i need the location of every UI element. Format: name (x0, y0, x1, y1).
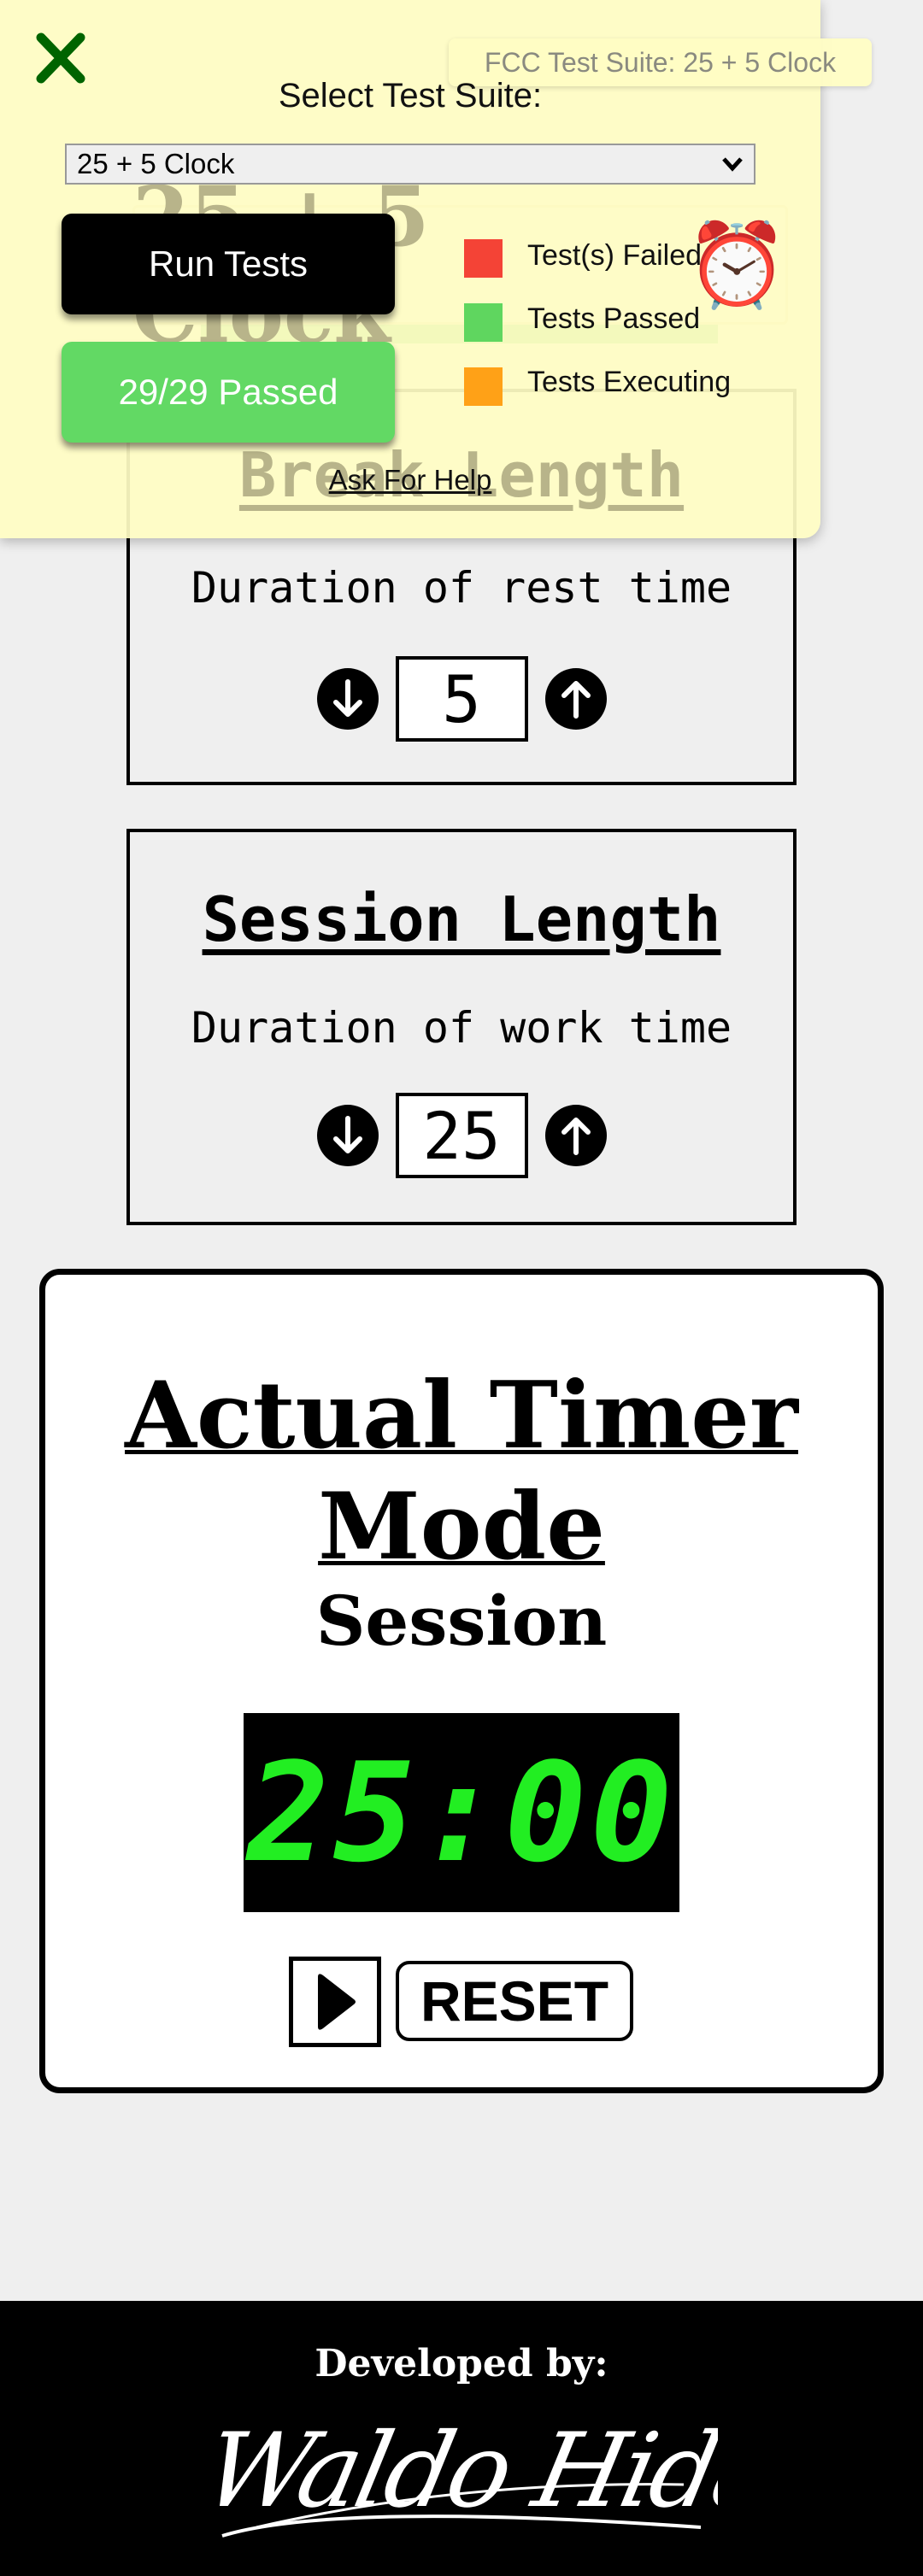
legend-passed: Tests Passed (527, 302, 701, 335)
timer-panel: Actual Timer Mode Session 25:00 RESET (39, 1269, 884, 2093)
session-subtitle: Duration of work time (191, 1003, 732, 1053)
timer-display: 25:00 (244, 1713, 679, 1912)
arrow-down-icon (332, 679, 362, 717)
chevron-down-icon (722, 157, 743, 172)
break-decrement[interactable] (316, 668, 379, 730)
test-suite-select[interactable]: 25 + 5 Clock (65, 144, 755, 185)
select-label: Select Test Suite: (278, 77, 543, 114)
tests-result-button[interactable]: 29/29 Passed (62, 342, 395, 443)
arrow-down-icon (332, 1116, 362, 1153)
session-length: 25 (395, 1093, 528, 1178)
timer-label: Session (315, 1581, 608, 1661)
start-stop-button[interactable] (289, 1957, 381, 2047)
signature-logo: Waldo Hidalgo. (205, 2410, 718, 2538)
session-label: Session Length (202, 883, 721, 955)
ask-for-help-link[interactable]: Ask For Help (320, 464, 500, 496)
close-icon[interactable] (34, 32, 87, 84)
break-length: 5 (395, 656, 528, 742)
developed-by: Developed by: (315, 2342, 608, 2385)
timer-heading: Actual Timer Mode (125, 1362, 798, 1581)
passed-swatch (464, 303, 503, 342)
arrow-up-icon (561, 681, 591, 719)
legend-executing: Tests Executing (527, 366, 732, 398)
session-decrement[interactable] (316, 1105, 379, 1166)
run-tests-button[interactable]: Run Tests (62, 214, 395, 314)
break-increment[interactable] (544, 668, 607, 730)
svg-text:Waldo Hidalgo.: Waldo Hidalgo. (205, 2410, 718, 2530)
session-panel: Session Length Duration of work time 25 (126, 829, 797, 1225)
legend-failed: Test(s) Failed (527, 239, 703, 272)
footer: Developed by: Waldo Hidalgo. (0, 2301, 923, 2576)
reset-button[interactable]: RESET (396, 1961, 633, 2041)
play-icon (318, 1974, 356, 2030)
executing-swatch (464, 367, 503, 406)
failed-swatch (464, 239, 503, 278)
break-subtitle: Duration of rest time (191, 563, 732, 613)
time-left: 25:00 (247, 1733, 676, 1892)
arrow-up-icon (561, 1118, 591, 1155)
session-increment[interactable] (544, 1105, 607, 1166)
